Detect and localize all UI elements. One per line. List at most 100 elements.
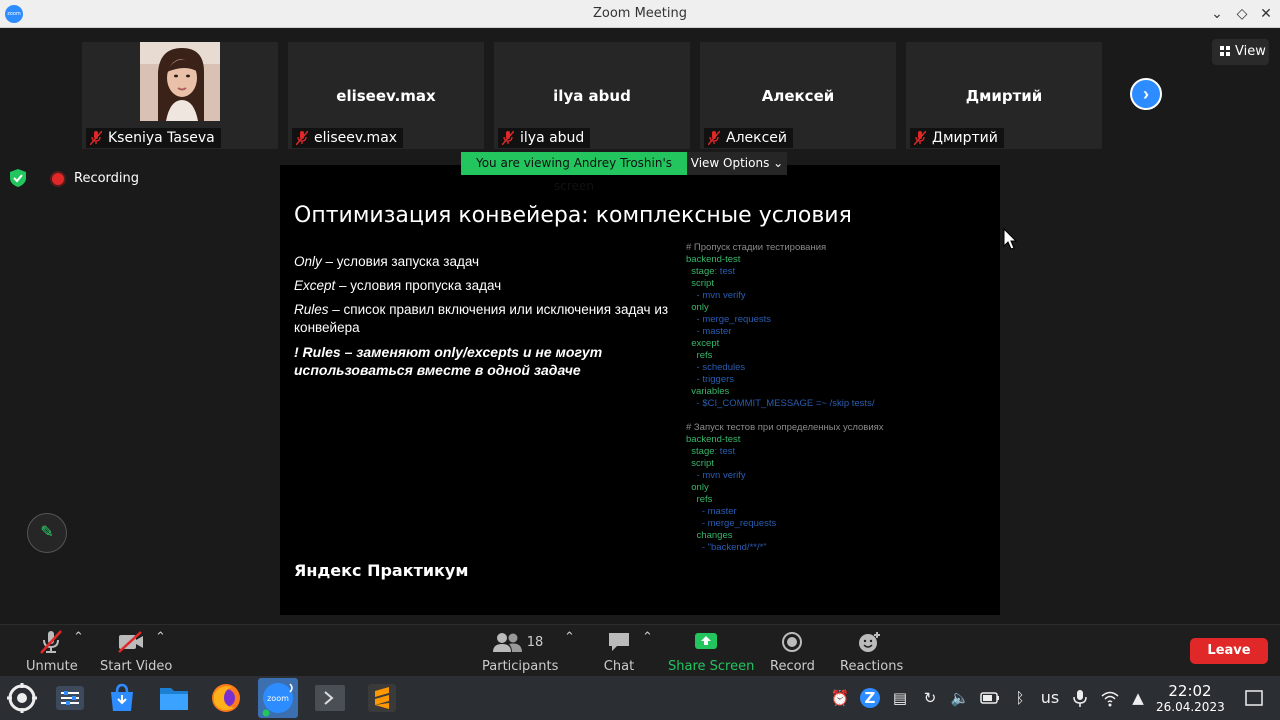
zoom-tray-icon[interactable]: Z [860,688,880,708]
view-options-button[interactable]: View Options ⌄ [687,152,787,175]
mouse-cursor-icon [1003,227,1018,255]
mic-muted-icon [296,131,308,145]
zoom-taskbar-icon[interactable]: zoom [258,678,298,718]
leave-button[interactable]: Leave [1190,638,1268,664]
participant-name: eliseev.max [314,130,398,146]
video-off-icon [100,630,162,654]
participant-name: ilya abud [520,130,585,146]
participants-button[interactable]: 18 Participants [482,630,559,674]
mic-muted-icon [26,630,76,654]
mic-muted-icon [502,131,514,145]
participant-tile-dmirtiy[interactable]: Дмиртий Дмиртий [906,42,1102,149]
audio-options-caret[interactable]: ⌃ [73,630,84,645]
recording-indicator[interactable]: Recording [52,171,139,186]
unmute-label: Unmute [26,659,78,674]
code-line: - "backend/**/*" [686,542,767,553]
code-value: : test [714,446,736,457]
video-options-caret[interactable]: ⌃ [155,630,166,645]
chat-options-caret[interactable]: ⌃ [642,630,653,645]
volume-icon[interactable]: 🔈 [950,688,970,708]
slide-warning: ! Rules – заменяют only/excepts и не мог… [294,344,603,378]
participant-avatar-name: Алексей [761,87,835,105]
participant-label: eliseev.max [292,128,404,148]
viewing-screen-banner: You are viewing Andrey Troshin's screen [461,152,687,193]
participant-tile-eliseev[interactable]: eliseev.max eliseev.max [288,42,484,149]
zoom-window: zoom Zoom Meeting ⌄ ◇ ✕ Kseniya Taseva e… [0,0,1280,720]
participant-name: Дмиртий [932,130,998,146]
code-line: - schedules [686,362,746,373]
meeting-area: Kseniya Taseva eliseev.max eliseev.max i… [0,28,1280,624]
sublime-text-icon[interactable] [366,682,398,714]
recording-label: Recording [74,171,140,186]
app-launcher-icon[interactable] [6,682,38,714]
participant-avatar-name: ilya abud [553,87,631,105]
participant-label: ilya abud [498,128,591,148]
chat-label: Chat [603,659,635,674]
code-line: only [686,302,709,313]
wifi-icon[interactable] [1100,688,1120,708]
annotate-pencil-button[interactable]: ✎ [27,513,67,553]
participant-tile-ilya[interactable]: ilya abud ilya abud [494,42,690,149]
keyboard-layout-indicator[interactable]: us [1036,688,1064,708]
reactions-button[interactable]: Reactions [840,630,903,674]
settings-icon[interactable] [54,682,86,714]
notifications-icon[interactable]: ⏰ [830,688,850,708]
code-line: changes [686,530,733,541]
code-line: - mvn verify [686,290,746,301]
chevron-right-icon: › [1143,84,1149,104]
chat-button[interactable]: Chat [600,630,638,674]
participant-name: Алексей [726,130,788,146]
unmute-button[interactable]: Unmute [26,630,78,674]
title-bar: zoom Zoom Meeting ⌄ ◇ ✕ [0,0,1280,28]
participant-photo [140,42,220,121]
next-page-button[interactable]: › [1130,78,1162,110]
slide-code-block: # Пропуск стадии тестирования backend-tes… [686,242,884,554]
clock-time: 22:02 [1168,682,1212,700]
terminal-icon[interactable] [314,682,346,714]
code-line: script [686,278,714,289]
slide-bullet-rules: Rules – список правил включения или искл… [294,302,669,335]
grid-icon [1220,46,1230,56]
close-button[interactable]: ✕ [1257,4,1275,24]
bluetooth-icon[interactable]: ᛒ [1010,688,1030,708]
participants-icon [492,633,522,652]
code-line: refs [686,350,713,361]
code-line: - triggers [686,374,735,385]
maximize-button[interactable]: ◇ [1233,4,1251,24]
code-line: - mvn verify [686,470,746,481]
slide-bullet-except: Except – условия пропуска задач [294,278,502,293]
view-button[interactable]: View [1212,39,1269,65]
participant-tile-kseniya[interactable]: Kseniya Taseva [82,42,278,149]
show-desktop-icon[interactable] [1244,688,1264,708]
tray-expand-arrow-icon[interactable]: ▲ [1128,688,1148,708]
start-video-label: Start Video [100,659,173,674]
clipboard-icon[interactable]: ▤ [890,688,910,708]
slide-bullet-only: Only – условия запуска задач [294,254,480,269]
share-screen-icon [668,630,744,654]
record-button[interactable]: Record [770,630,815,674]
chevron-down-icon: ⌄ [773,156,784,170]
slide-title: Оптимизация конвейера: комплексные услов… [294,203,852,228]
files-icon[interactable] [158,682,190,714]
store-icon[interactable] [106,682,138,714]
chat-icon [600,630,638,654]
participant-label: Kseniya Taseva [86,128,221,148]
code-line: only [686,482,709,493]
participants-label: Participants [482,659,559,674]
participants-options-caret[interactable]: ⌃ [564,630,575,645]
updates-icon[interactable]: ↻ [920,688,940,708]
encryption-shield-icon[interactable] [10,169,26,187]
microphone-tray-icon[interactable] [1070,688,1090,708]
share-screen-button[interactable]: Share Screen [668,630,754,674]
start-video-button[interactable]: Start Video [100,630,173,674]
record-icon [770,630,814,654]
participant-tile-aleksey[interactable]: Алексей Алексей [700,42,896,149]
minimize-button[interactable]: ⌄ [1208,4,1226,24]
clock[interactable]: 22:02 26.04.2023 [1156,682,1225,715]
firefox-icon[interactable] [210,682,242,714]
mic-muted-icon [914,131,926,145]
mic-muted-icon [708,131,720,145]
view-options-label: View Options [690,156,770,170]
battery-icon[interactable] [980,688,1000,708]
code-line: # Пропуск стадии тестирования [686,242,827,253]
